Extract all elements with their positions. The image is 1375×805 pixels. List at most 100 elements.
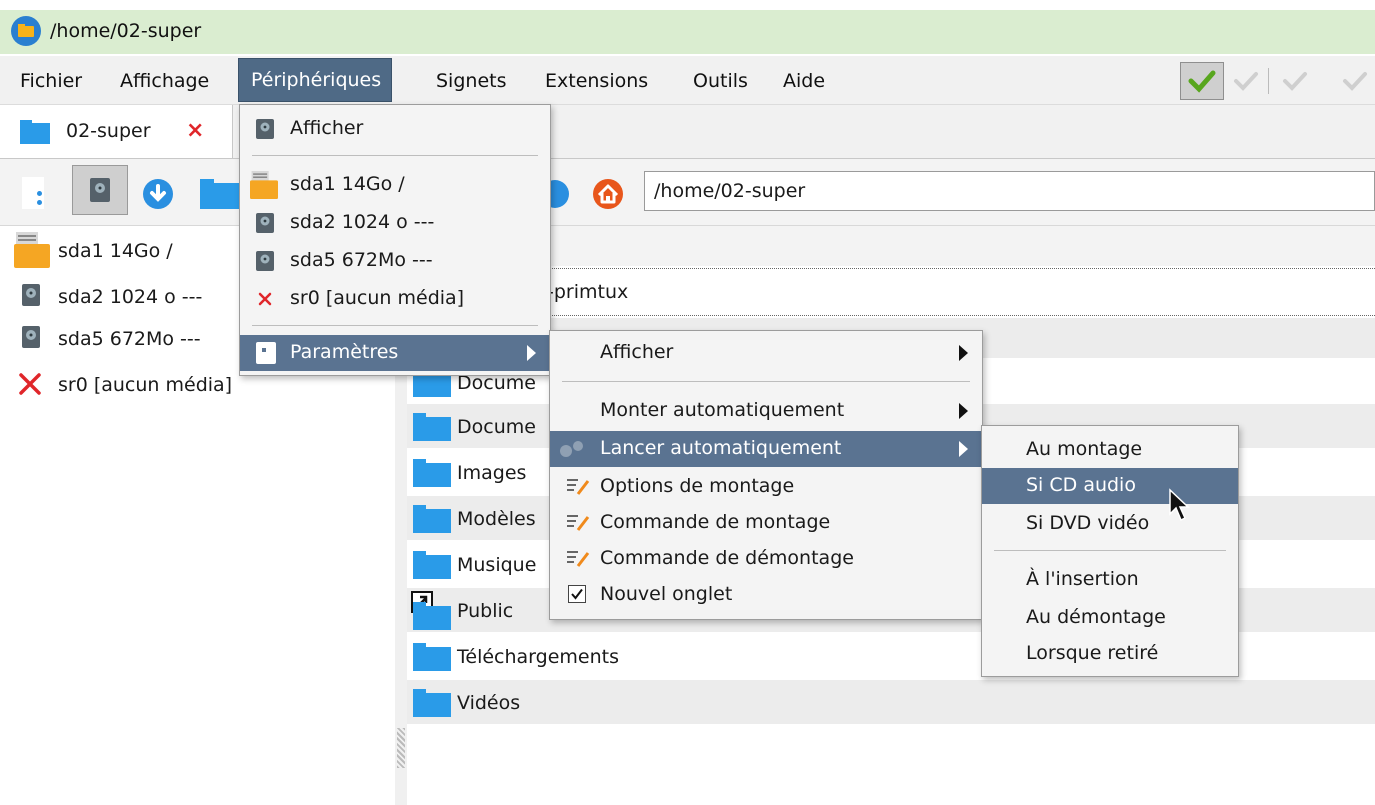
file-name: Images — [457, 462, 527, 484]
menu-item-label: À l'insertion — [1026, 568, 1139, 590]
menu-item-lorsque-retire[interactable]: Lorsque retiré — [982, 636, 1238, 672]
menu-item-label: Afficher — [290, 117, 364, 139]
file-name: Public — [457, 600, 514, 622]
address-input[interactable]: /home/02-super — [644, 171, 1375, 211]
file-name: Musique — [457, 554, 537, 576]
menu-item-afficher[interactable]: Afficher — [240, 111, 550, 147]
parametres-submenu: Afficher Monter automatiquement Lancer a… — [549, 330, 983, 620]
home-icon[interactable] — [592, 178, 624, 210]
folder-icon — [413, 602, 451, 630]
menu-item-sda5[interactable]: sda5 672Mo --- — [240, 243, 550, 279]
edit-lines-icon — [567, 515, 590, 531]
menu-signets[interactable]: Signets — [436, 70, 506, 92]
menu-bar: Fichier Affichage Périphériques Signets … — [0, 56, 1375, 105]
menu-item-label: Lancer automatiquement — [600, 437, 842, 459]
path-fragment: -primtux — [547, 281, 629, 303]
menu-item-label: Lorsque retiré — [1026, 642, 1159, 664]
menu-item-label: Commande de démontage — [600, 547, 854, 569]
folder-icon — [413, 689, 451, 717]
folder-icon — [413, 413, 451, 441]
menu-item-nouvel-onglet[interactable]: Nouvel onglet — [550, 577, 982, 613]
no-media-icon — [19, 373, 41, 395]
menu-extensions[interactable]: Extensions — [545, 70, 648, 92]
download-icon[interactable] — [142, 178, 174, 210]
menu-item-sda1[interactable]: sda1 14Go / — [240, 167, 550, 203]
devices-button[interactable] — [72, 165, 128, 215]
device-label: sda5 672Mo --- — [58, 328, 201, 350]
menu-separator — [562, 381, 970, 382]
menu-item-si-dvd-video[interactable]: Si DVD vidéo — [982, 506, 1238, 542]
menu-item-label: sda5 672Mo --- — [290, 249, 433, 271]
menu-outils[interactable]: Outils — [693, 70, 748, 92]
check-icon[interactable] — [1342, 69, 1368, 93]
menu-item-label: Au démontage — [1026, 606, 1166, 628]
tab-02-super[interactable]: 02-super × — [0, 105, 233, 158]
check-icon — [571, 588, 583, 600]
window-title: /home/02-super — [50, 20, 202, 42]
submenu-arrow-icon — [959, 441, 968, 457]
close-tab-icon[interactable]: × — [186, 118, 204, 143]
menu-item-label: Au montage — [1026, 438, 1143, 460]
folder-icon[interactable] — [200, 179, 240, 209]
toggle-check-button[interactable] — [1180, 62, 1224, 100]
folder-icon — [413, 643, 451, 671]
check-icon[interactable] — [1282, 69, 1308, 93]
menu-item-monter-auto[interactable]: Monter automatiquement — [550, 393, 982, 429]
menu-item-label: Options de montage — [600, 475, 795, 497]
disk-icon — [256, 251, 274, 271]
menu-item-au-montage[interactable]: Au montage — [982, 432, 1238, 468]
menu-item-label: sr0 [aucun média] — [290, 287, 465, 309]
menu-item-label: sda2 1024 o --- — [290, 211, 435, 233]
menu-item-label: Monter automatiquement — [600, 399, 845, 421]
peripheriques-menu: Afficher sda1 14Go / sda2 1024 o --- sda… — [239, 104, 551, 376]
menu-fichier[interactable]: Fichier — [20, 70, 82, 92]
menu-item-sda2[interactable]: sda2 1024 o --- — [240, 205, 550, 241]
menu-item-commande-montage[interactable]: Commande de montage — [550, 505, 982, 541]
options-button[interactable] — [22, 177, 44, 209]
menu-item-sr0[interactable]: sr0 [aucun média] — [240, 281, 550, 317]
checkbox[interactable] — [568, 585, 586, 603]
splitter-grip[interactable] — [397, 728, 405, 768]
folder-drive-icon — [250, 171, 278, 199]
menu-item-au-demontage[interactable]: Au démontage — [982, 600, 1238, 636]
menu-item-label: Afficher — [600, 341, 674, 363]
device-label: sda2 1024 o --- — [58, 286, 203, 308]
menu-peripheriques[interactable]: Périphériques — [238, 58, 393, 102]
menu-item-si-cd-audio[interactable]: Si CD audio — [982, 468, 1238, 504]
submenu-arrow-icon — [959, 345, 968, 361]
menu-aide[interactable]: Aide — [783, 70, 825, 92]
gears-icon — [560, 441, 583, 457]
check-icon[interactable] — [1233, 69, 1259, 93]
tab-label: 02-super — [66, 120, 151, 142]
folder-icon — [413, 505, 451, 533]
menu-item-options-montage[interactable]: Options de montage — [550, 469, 982, 505]
lancer-submenu: Au montage Si CD audio Si DVD vidéo À l'… — [981, 425, 1239, 677]
column-header[interactable] — [407, 226, 1375, 266]
menu-item-afficher-sub[interactable]: Afficher — [550, 335, 982, 371]
file-name: Téléchargements — [457, 646, 619, 668]
menu-item-parametres[interactable]: Paramètres — [240, 335, 550, 371]
path-row[interactable]: -primtux — [407, 268, 1375, 316]
menu-affichage[interactable]: Affichage — [120, 70, 209, 92]
file-name: Modèles — [457, 508, 536, 530]
menu-separator — [252, 155, 538, 156]
table-row[interactable]: Vidéos — [407, 680, 1375, 724]
check-icon — [1188, 70, 1216, 93]
menu-item-lancer-auto[interactable]: Lancer automatiquement — [550, 431, 982, 467]
menu-separator — [252, 325, 538, 326]
disk-icon — [256, 213, 274, 233]
no-media-icon — [258, 292, 272, 306]
edit-lines-icon — [567, 479, 590, 495]
address-value: /home/02-super — [654, 180, 806, 202]
menu-item-commande-demontage[interactable]: Commande de démontage — [550, 541, 982, 577]
menu-separator — [994, 550, 1226, 551]
toolbar-divider — [1268, 68, 1269, 94]
mouse-cursor-icon — [1169, 488, 1190, 522]
menu-item-a-insertion[interactable]: À l'insertion — [982, 562, 1238, 598]
edit-lines-icon — [567, 551, 590, 567]
disk-icon — [22, 284, 40, 306]
disk-icon — [22, 326, 40, 348]
tab-bar: 02-super × — [0, 105, 1375, 159]
settings-document-icon — [256, 342, 276, 364]
menu-item-label: Si DVD vidéo — [1026, 512, 1150, 534]
